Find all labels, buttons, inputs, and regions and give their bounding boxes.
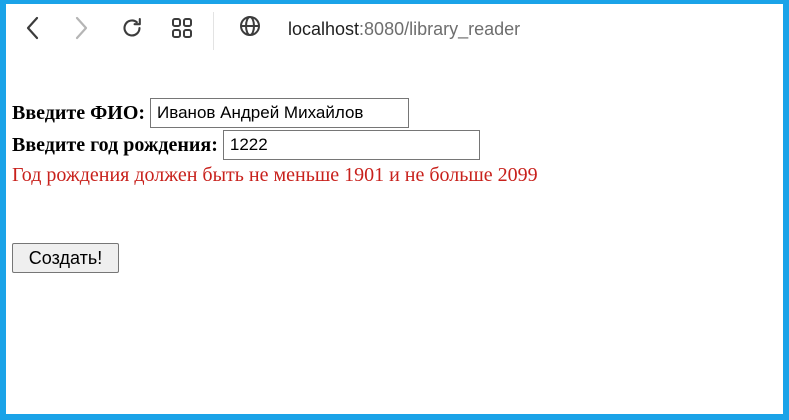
name-label: Введите ФИО: [12,101,146,124]
toolbar-divider [213,12,214,50]
forward-arrow-icon [71,16,91,40]
reload-button[interactable] [114,10,150,46]
create-button[interactable]: Создать! [12,243,119,273]
address-bar[interactable]: localhost:8080/library_reader [288,18,520,40]
url-host: localhost [288,19,360,39]
apps-button[interactable] [164,10,200,46]
back-arrow-icon [23,16,43,40]
back-button[interactable] [15,10,51,46]
year-label: Введите год рождения: [12,133,218,156]
site-info-button[interactable] [232,10,268,46]
year-row: Введите год рождения: [12,129,538,161]
name-row: Введите ФИО: [12,97,538,129]
url-path: :8080/library_reader [359,19,521,39]
browser-toolbar: localhost:8080/library_reader [6,4,783,52]
browser-window: localhost:8080/library_reader Введите ФИ… [0,0,789,420]
globe-icon [238,14,262,43]
error-message: Год рождения должен быть не меньше 1901 … [12,164,538,186]
year-input[interactable] [222,130,480,160]
page-content: Введите ФИО: Введите год рождения: Год р… [12,97,538,187]
reload-icon [120,16,144,40]
name-input[interactable] [150,98,410,128]
forward-button[interactable] [63,10,99,46]
apps-grid-icon [170,16,194,40]
